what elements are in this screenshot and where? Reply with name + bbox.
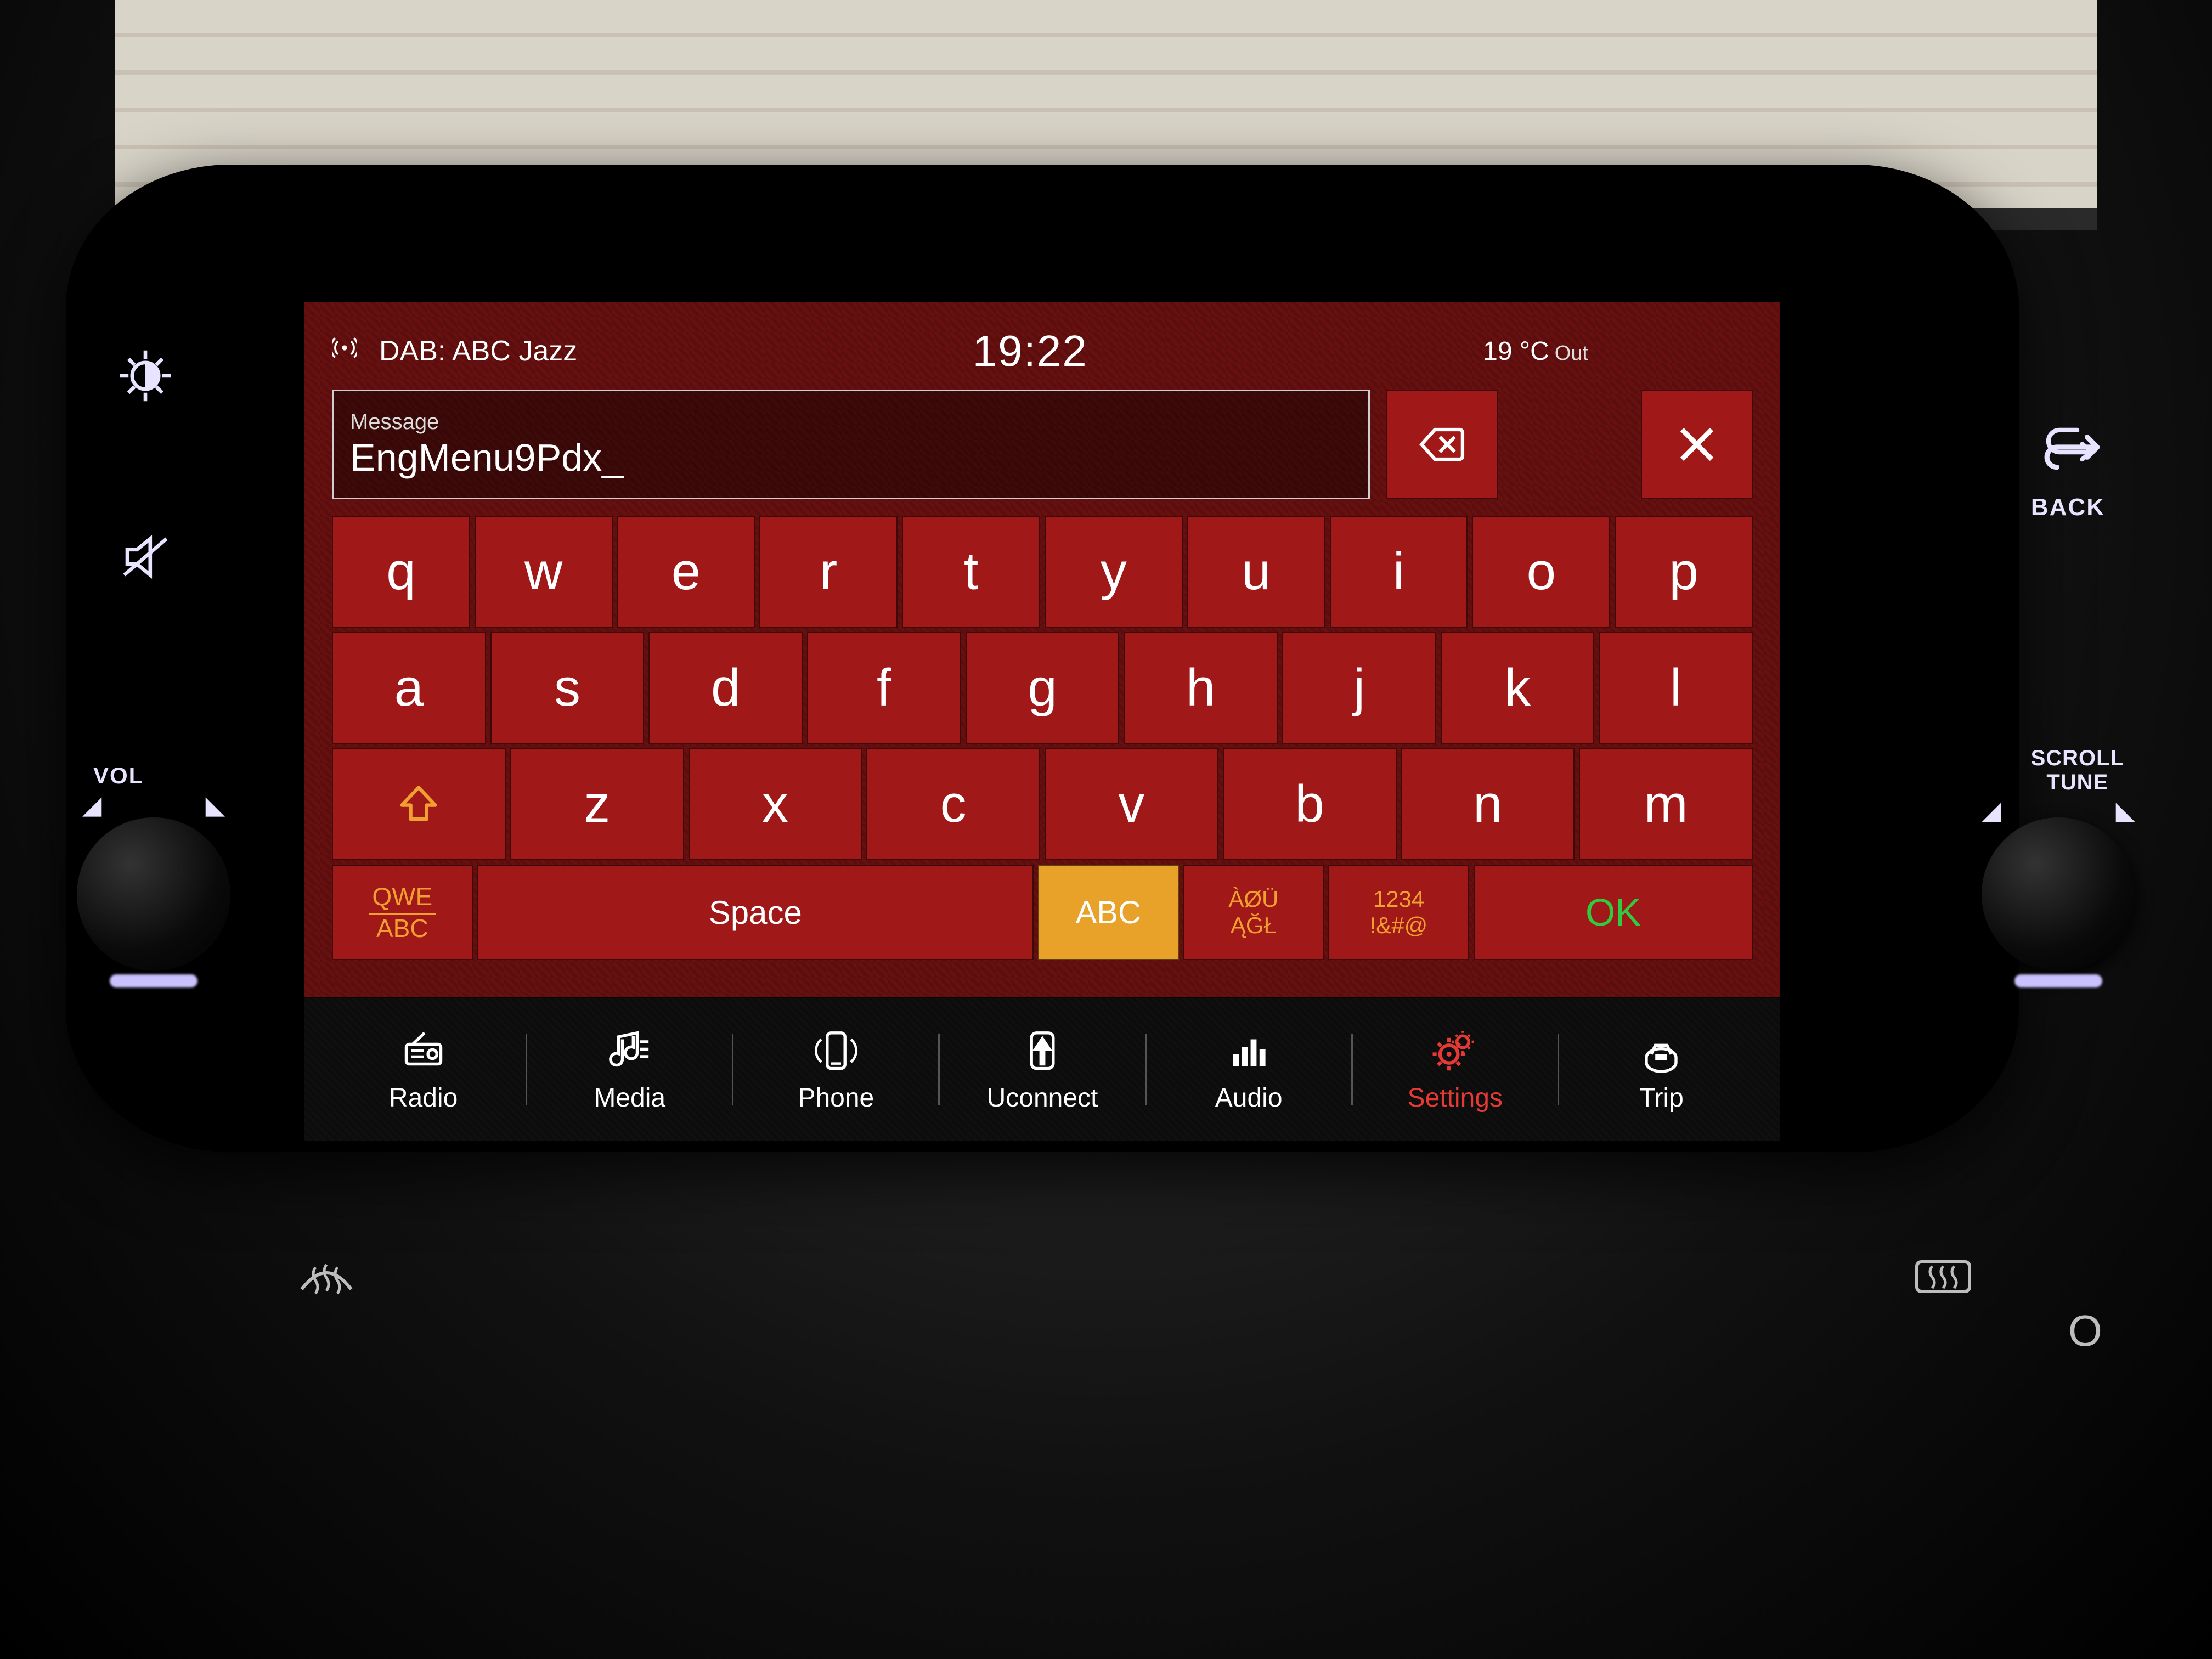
- nav-label: Media: [594, 1083, 665, 1113]
- mute-button[interactable]: [115, 527, 176, 590]
- touchscreen: DAB: ABC Jazz 19:22 19 °C Out Message Eng…: [304, 302, 1780, 1141]
- keyboard-row-1: qwertyuiop: [332, 516, 1753, 628]
- key-f[interactable]: f: [807, 632, 961, 744]
- space-key[interactable]: Space: [477, 865, 1034, 960]
- dash-button-o[interactable]: O: [2068, 1306, 2102, 1356]
- key-q[interactable]: q: [332, 516, 470, 628]
- keyboard: qwertyuiop asdfghjkl zxcvbnm QWE ABC Spa…: [332, 516, 1753, 960]
- nav-uconnect[interactable]: Uconnect: [940, 1027, 1144, 1113]
- key-x[interactable]: x: [689, 748, 862, 860]
- backspace-button[interactable]: [1386, 390, 1498, 499]
- nav-settings[interactable]: Settings: [1353, 1027, 1558, 1113]
- diac-bottom: ĄĞŁ: [1231, 912, 1277, 939]
- key-t[interactable]: t: [902, 516, 1040, 628]
- keyboard-mode-toggle[interactable]: QWE ABC: [332, 865, 473, 960]
- key-o[interactable]: o: [1472, 516, 1610, 628]
- message-label: Message: [350, 410, 1352, 435]
- message-value: EngMenu9Pdx_: [350, 436, 1352, 479]
- key-j[interactable]: j: [1282, 632, 1436, 744]
- temperature-value: 19 °C: [1483, 337, 1549, 366]
- nav-label: Uconnect: [987, 1083, 1098, 1113]
- key-y[interactable]: y: [1045, 516, 1183, 628]
- settings-icon: [1430, 1027, 1480, 1076]
- volume-label: VOL: [93, 763, 144, 789]
- bottom-nav: Radio Media Phone Uconnect Audio Settings Trip: [304, 997, 1780, 1141]
- source-label: DAB: ABC Jazz: [379, 335, 577, 368]
- key-w[interactable]: w: [475, 516, 613, 628]
- mode-top: QWE: [369, 883, 436, 915]
- defrost-rear-button[interactable]: [1910, 1251, 1976, 1309]
- tune-knob[interactable]: [1982, 817, 2135, 971]
- defrost-front-button[interactable]: [296, 1251, 357, 1309]
- nav-radio[interactable]: Radio: [321, 1027, 526, 1113]
- scroll-tune-label: SCROLLTUNE: [2031, 746, 2124, 794]
- nav-phone[interactable]: Phone: [733, 1027, 938, 1113]
- source-name: ABC Jazz: [452, 335, 577, 367]
- clock: 19:22: [599, 326, 1461, 376]
- nav-audio[interactable]: Audio: [1147, 1027, 1351, 1113]
- signal-icon: [332, 335, 357, 368]
- key-a[interactable]: a: [332, 632, 486, 744]
- key-v[interactable]: v: [1045, 748, 1218, 860]
- key-d[interactable]: d: [648, 632, 803, 744]
- key-k[interactable]: k: [1441, 632, 1595, 744]
- volume-knob-arrows: ◢◣: [82, 790, 225, 820]
- sym-top: 1234: [1373, 886, 1424, 912]
- key-g[interactable]: g: [966, 632, 1120, 744]
- ok-key[interactable]: OK: [1474, 865, 1753, 960]
- shift-key[interactable]: [332, 748, 506, 860]
- key-n[interactable]: n: [1401, 748, 1575, 860]
- source-prefix: DAB:: [379, 335, 445, 367]
- keyboard-row-2: asdfghjkl: [332, 632, 1753, 744]
- key-b[interactable]: b: [1223, 748, 1397, 860]
- message-input[interactable]: Message EngMenu9Pdx_: [332, 390, 1370, 499]
- keyboard-row-3: zxcvbnm: [332, 748, 1753, 860]
- keyboard-row-4: QWE ABC Space ABC ÀØÜ ĄĞŁ 1234 !&#@ OK: [332, 865, 1753, 960]
- audio-icon: [1224, 1027, 1273, 1076]
- back-button[interactable]: [2042, 417, 2102, 480]
- media-icon: [605, 1027, 654, 1076]
- symbols-key[interactable]: 1234 !&#@: [1328, 865, 1469, 960]
- key-c[interactable]: c: [866, 748, 1040, 860]
- key-i[interactable]: i: [1330, 516, 1468, 628]
- nav-trip[interactable]: Trip: [1559, 1027, 1764, 1113]
- volume-knob[interactable]: [77, 817, 230, 971]
- nav-label: Trip: [1639, 1083, 1684, 1113]
- diacritics-key[interactable]: ÀØÜ ĄĞŁ: [1183, 865, 1324, 960]
- diac-top: ÀØÜ: [1228, 886, 1278, 912]
- temperature-suffix: Out: [1555, 342, 1588, 365]
- key-l[interactable]: l: [1599, 632, 1753, 744]
- phone-icon: [811, 1027, 861, 1076]
- trip-icon: [1637, 1027, 1686, 1076]
- radio-icon: [399, 1027, 448, 1076]
- uconnect-icon: [1018, 1027, 1067, 1076]
- close-button[interactable]: [1641, 390, 1753, 499]
- input-row: Message EngMenu9Pdx_: [332, 390, 1753, 499]
- key-h[interactable]: h: [1124, 632, 1278, 744]
- mode-bottom: ABC: [376, 915, 428, 943]
- back-label: BACK: [2031, 494, 2105, 521]
- status-bar: DAB: ABC Jazz 19:22 19 °C Out: [332, 324, 1753, 379]
- input-row-spacer: [1515, 390, 1624, 499]
- nav-media[interactable]: Media: [527, 1027, 732, 1113]
- key-r[interactable]: r: [759, 516, 898, 628]
- key-m[interactable]: m: [1579, 748, 1753, 860]
- temperature: 19 °C Out: [1483, 336, 1588, 366]
- screen-content: DAB: ABC Jazz 19:22 19 °C Out Message Eng…: [304, 302, 1780, 997]
- abc-key[interactable]: ABC: [1038, 865, 1179, 960]
- brightness-button[interactable]: [115, 346, 176, 409]
- key-e[interactable]: e: [617, 516, 755, 628]
- sym-bottom: !&#@: [1370, 912, 1428, 939]
- nav-label: Settings: [1408, 1083, 1503, 1113]
- nav-label: Radio: [389, 1083, 458, 1113]
- key-p[interactable]: p: [1615, 516, 1753, 628]
- key-s[interactable]: s: [490, 632, 645, 744]
- nav-label: Audio: [1215, 1083, 1283, 1113]
- key-z[interactable]: z: [510, 748, 684, 860]
- key-u[interactable]: u: [1187, 516, 1325, 628]
- nav-label: Phone: [798, 1083, 874, 1113]
